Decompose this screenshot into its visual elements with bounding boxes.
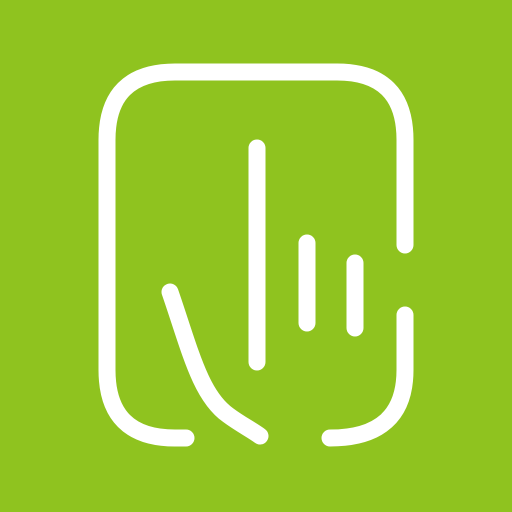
thumb-curve	[161, 283, 269, 445]
device-outline-lower-right	[321, 306, 414, 447]
app-icon-canvas	[0, 0, 512, 512]
hand-touch-tablet-icon	[98, 63, 414, 447]
